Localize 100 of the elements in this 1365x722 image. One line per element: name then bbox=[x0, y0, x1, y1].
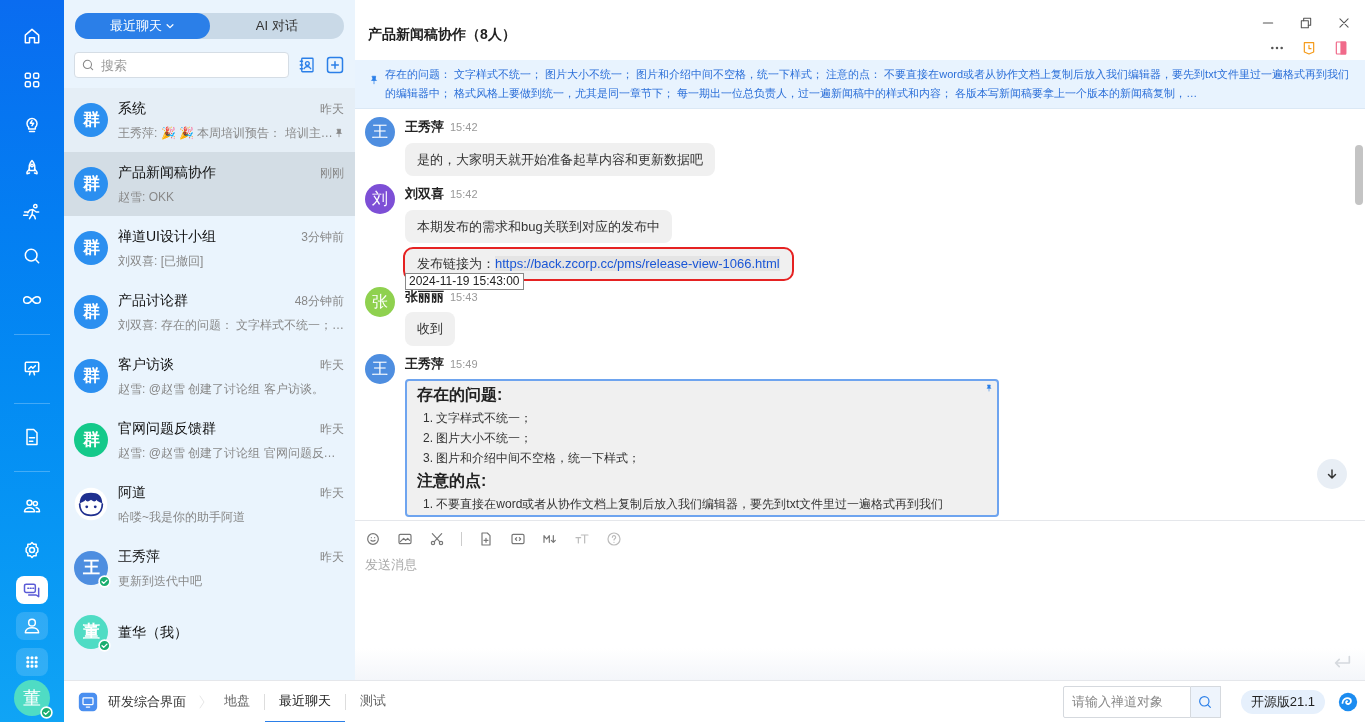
emoji-icon[interactable] bbox=[365, 531, 381, 547]
message-preview: 更新到迭代中吧 bbox=[118, 573, 202, 590]
file-icon[interactable] bbox=[478, 531, 494, 547]
conversation-time: 昨天 bbox=[320, 548, 344, 566]
conversation-item[interactable]: 群 系统 昨天 王秀萍: 🎉 🎉 本周培训预告： 培训主… bbox=[64, 88, 355, 152]
conversation-name: 官网问题反馈群 bbox=[118, 419, 216, 438]
avatar: 王 bbox=[74, 551, 108, 585]
monitor-icon[interactable] bbox=[78, 691, 98, 712]
conversation-name: 产品讨论群 bbox=[118, 291, 188, 310]
conversation-item[interactable]: 群 客户访谈 昨天 赵雪: @赵雪 创建了讨论组 客户访谈。 bbox=[64, 344, 355, 408]
alarm-icon[interactable] bbox=[1301, 40, 1317, 56]
message-preview: 哈喽~我是你的助手阿道 bbox=[118, 509, 245, 526]
avatar: 群 bbox=[74, 231, 108, 265]
conversation-name: 王秀萍 bbox=[118, 547, 160, 566]
app-name: 研发综合界面 bbox=[108, 692, 186, 711]
nav-tab[interactable]: 地盘 bbox=[210, 680, 264, 722]
section-heading: 注意的点: bbox=[417, 471, 488, 491]
list-item-text: 3. 图片和介绍中间不空格，统一下样式； bbox=[422, 450, 642, 467]
add-button[interactable] bbox=[325, 55, 345, 75]
chat-bubbles-button[interactable] bbox=[16, 576, 48, 605]
conversation-time: 昨天 bbox=[320, 420, 344, 438]
tooltip: 2024-11-19 15:43:00 bbox=[405, 273, 524, 290]
list-item-text: 2. 图片大小不统一； bbox=[422, 430, 534, 447]
list-tab[interactable]: AI 对话 bbox=[209, 13, 344, 39]
conversation-time: 昨天 bbox=[320, 100, 344, 118]
search-icon bbox=[81, 58, 95, 72]
runner-icon bbox=[22, 201, 42, 222]
message-preview: 赵雪: OKK bbox=[118, 189, 174, 206]
avatar: 张 bbox=[365, 286, 395, 317]
conversation-time: 48分钟前 bbox=[294, 292, 344, 310]
avatar: 群 bbox=[74, 359, 108, 393]
conversation-name: 客户访谈 bbox=[118, 355, 174, 374]
conversation-time: 3分钟前 bbox=[301, 228, 344, 246]
sender-name: 张丽丽 bbox=[405, 287, 444, 306]
message-preview: 赵雪: @赵雪 创建了讨论组 官网问题反… bbox=[118, 445, 336, 462]
conversation-item[interactable]: 群 产品新闻稿协作 刚刚 赵雪: OKK bbox=[64, 152, 355, 216]
conversation-item[interactable]: 群 禅道UI设计小组 3分钟前 刘双喜: [已撤回] bbox=[64, 216, 355, 280]
sender-name: 刘双喜 bbox=[405, 185, 444, 203]
conversation-time: 昨天 bbox=[320, 356, 344, 374]
pin-icon bbox=[369, 73, 379, 87]
conversation-item[interactable]: 王 王秀萍 昨天 更新到迭代中吧 bbox=[64, 536, 355, 600]
plus-icon bbox=[325, 55, 345, 75]
search-button[interactable] bbox=[1190, 685, 1221, 718]
apps-button[interactable] bbox=[16, 648, 48, 676]
conversation-name: 禅道UI设计小组 bbox=[118, 227, 216, 246]
scrollbar-thumb[interactable] bbox=[1355, 145, 1363, 205]
chat-title: 产品新闻稿协作（8人） bbox=[368, 25, 516, 44]
conversation-time: 昨天 bbox=[320, 484, 344, 502]
online-check-icon bbox=[98, 575, 111, 588]
contacts-button[interactable] bbox=[297, 55, 317, 75]
image-icon[interactable] bbox=[397, 531, 413, 547]
conversation-item[interactable]: 董 董华（我） bbox=[64, 600, 355, 664]
sender-name: 王秀萍 bbox=[405, 354, 444, 373]
conversation-name: 系统 bbox=[118, 99, 146, 118]
sidebar-panel-icon[interactable] bbox=[1333, 40, 1349, 56]
message-input[interactable]: 发送消息 bbox=[365, 555, 1355, 680]
conversation-item[interactable]: 群 产品讨论群 48分钟前 刘双喜: 存在的问题： 文字样式不统一；… bbox=[64, 280, 355, 344]
code-icon[interactable] bbox=[510, 531, 526, 547]
scissors-icon[interactable] bbox=[429, 531, 445, 547]
version-badge: 开源版21.1 bbox=[1240, 689, 1325, 714]
message-time: 15:49 bbox=[450, 356, 478, 372]
message-bubble: 是的，大家明天就开始准备起草内容和更新数据吧 bbox=[405, 142, 715, 176]
list-tab[interactable]: 最近聊天 bbox=[75, 13, 210, 39]
conversation-item[interactable]: 阿道 昨天 哈喽~我是你的助手阿道 bbox=[64, 472, 355, 536]
conversation-time: 刚刚 bbox=[320, 164, 344, 182]
link[interactable]: https://back.zcorp.cc/pms/release-view-1066.html bbox=[495, 256, 780, 271]
text-size-icon[interactable] bbox=[574, 531, 590, 547]
list-item-text: 1. 不要直接在word或者从协作文档上复制后放入我们编辑器，要先到txt文件里过一遍格式再到我们 bbox=[422, 496, 945, 513]
avatar: 董 bbox=[74, 615, 108, 649]
conversation-name: 阿道 bbox=[118, 483, 146, 502]
settings-icon bbox=[22, 540, 42, 561]
message-preview: 赵雪: @赵雪 创建了讨论组 客户访谈。 bbox=[118, 381, 324, 398]
conversation-name: 董华（我） bbox=[118, 622, 188, 642]
avatar: 群 bbox=[74, 167, 108, 201]
user-button[interactable] bbox=[16, 612, 48, 640]
swirl-logo-icon[interactable] bbox=[1337, 690, 1359, 713]
message-preview: 王秀萍: 🎉 🎉 本周培训预告： 培训主… bbox=[118, 125, 333, 142]
contact-card-icon bbox=[298, 56, 316, 74]
avatar: 王 bbox=[365, 353, 395, 384]
restore-icon[interactable] bbox=[1299, 16, 1313, 30]
avatar: 群 bbox=[74, 423, 108, 457]
message-time: 15:43 bbox=[450, 289, 478, 305]
global-search-field[interactable]: 请输入禅道对象 bbox=[1062, 685, 1191, 718]
avatar: 刘 bbox=[365, 184, 395, 214]
message-time: 15:42 bbox=[450, 120, 478, 135]
message-bubble: 本期发布的需求和bug关联到对应的发布中 bbox=[405, 209, 672, 243]
close-icon[interactable] bbox=[1337, 16, 1351, 30]
online-check-icon bbox=[98, 639, 111, 652]
conversation-name: 产品新闻稿协作 bbox=[118, 163, 216, 182]
list-item-text: 1. 文字样式不统一； bbox=[422, 410, 534, 427]
sender-name: 王秀萍 bbox=[405, 118, 444, 136]
help-icon[interactable] bbox=[606, 531, 622, 547]
section-heading: 存在的问题: bbox=[417, 385, 504, 405]
nav-tab[interactable]: 测试 bbox=[346, 680, 400, 722]
pin-icon bbox=[334, 127, 344, 139]
chevron-down-icon bbox=[164, 21, 175, 31]
scroll-down-button[interactable] bbox=[1317, 459, 1347, 489]
conversation-item[interactable]: 群 官网问题反馈群 昨天 赵雪: @赵雪 创建了讨论组 官网问题反… bbox=[64, 408, 355, 472]
message-preview: 刘双喜: [已撤回] bbox=[118, 253, 204, 270]
search-field[interactable]: 搜索 bbox=[74, 52, 289, 78]
